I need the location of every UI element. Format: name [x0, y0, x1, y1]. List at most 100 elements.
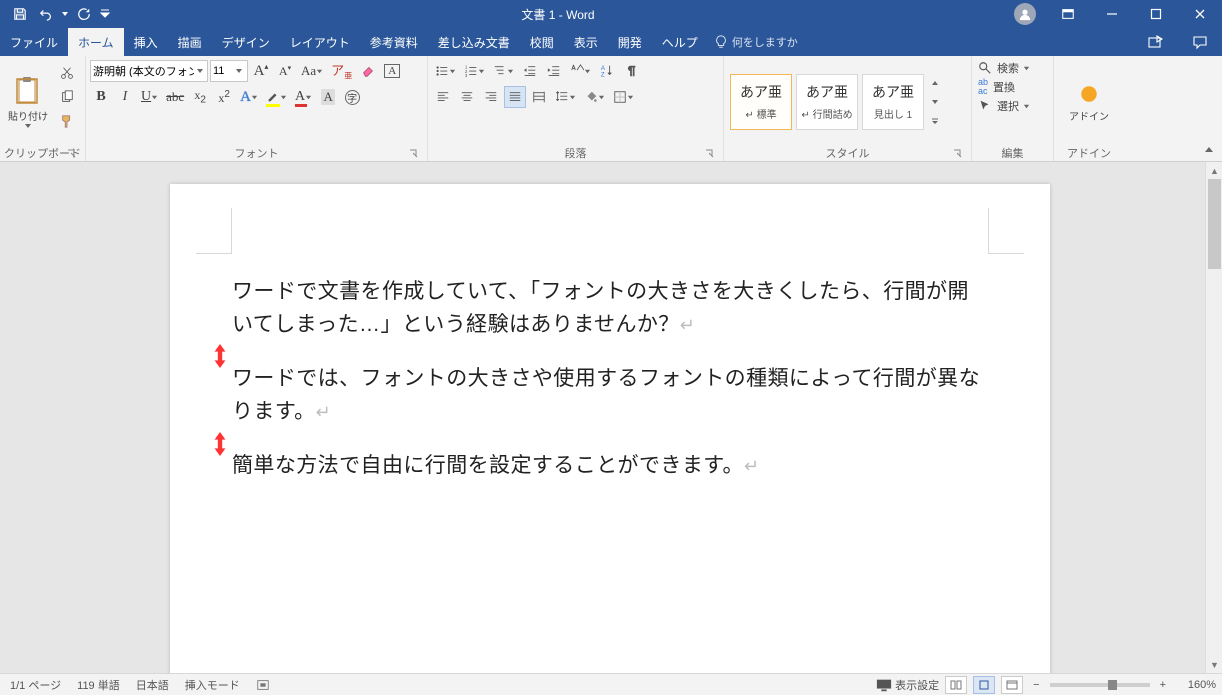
sort-button[interactable]: AZ — [596, 60, 618, 82]
align-justify-button[interactable] — [504, 86, 526, 108]
undo-button[interactable] — [34, 2, 58, 26]
zoom-out-button[interactable]: − — [1029, 679, 1043, 691]
bullets-button[interactable] — [432, 60, 459, 82]
select-button[interactable]: 選択 — [978, 98, 1047, 114]
status-page[interactable]: 1/1 ページ — [10, 677, 61, 693]
share-button[interactable] — [1134, 28, 1178, 56]
font-launcher[interactable] — [407, 147, 421, 161]
borders-button[interactable] — [610, 86, 637, 108]
vertical-scrollbar[interactable]: ▲ ▼ — [1205, 162, 1222, 673]
document-body[interactable]: ワードで文書を作成していて、「フォントの大きさを大きくしたら、行間が開いてしまっ… — [232, 276, 988, 505]
superscript-button[interactable]: x2 — [213, 86, 235, 108]
print-layout-button[interactable] — [973, 676, 995, 694]
status-language[interactable]: 日本語 — [136, 677, 169, 693]
style-no-spacing[interactable]: あア亜↵ 行間詰め — [796, 74, 858, 130]
styles-scroll-up[interactable] — [928, 74, 942, 92]
zoom-level[interactable]: 160% — [1176, 679, 1216, 691]
increase-indent-button[interactable] — [543, 60, 565, 82]
text-effects-button[interactable]: A — [237, 86, 261, 108]
character-border-button[interactable]: A — [381, 60, 403, 82]
font-name-input[interactable] — [93, 65, 194, 77]
account-avatar[interactable] — [1014, 3, 1036, 25]
save-button[interactable] — [8, 2, 32, 26]
font-name-dropdown[interactable] — [194, 67, 205, 75]
line-spacing-button[interactable] — [552, 86, 579, 108]
paragraph-1[interactable]: ワードで文書を作成していて、「フォントの大きさを大きくしたら、行間が開いてしまっ… — [232, 276, 988, 341]
addins-button[interactable]: アドイン — [1063, 61, 1115, 145]
bold-button[interactable]: B — [90, 86, 112, 108]
tab-design[interactable]: デザイン — [212, 28, 280, 56]
character-shading-button[interactable]: A — [317, 86, 339, 108]
asian-layout-button[interactable] — [567, 60, 594, 82]
style-heading1[interactable]: あア亜見出し 1 — [862, 74, 924, 130]
format-painter-button[interactable] — [56, 110, 78, 132]
change-case-button[interactable]: Aa — [298, 60, 326, 82]
qat-customize[interactable] — [98, 2, 112, 26]
tab-developer[interactable]: 開発 — [608, 28, 652, 56]
tab-view[interactable]: 表示 — [564, 28, 608, 56]
paragraph-3[interactable]: 簡単な方法で自由に行間を設定することができます。↵ — [232, 450, 988, 483]
paragraph-2[interactable]: ワードでは、フォントの大きさや使用するフォントの種類によって行間が異なります。↵ — [232, 363, 988, 428]
styles-scroll-down[interactable] — [928, 93, 942, 111]
font-size-dropdown[interactable] — [233, 67, 245, 75]
read-mode-button[interactable] — [945, 676, 967, 694]
web-layout-button[interactable] — [1001, 676, 1023, 694]
tell-me[interactable]: 何をしますか — [714, 28, 798, 56]
tab-insert[interactable]: 挿入 — [124, 28, 168, 56]
find-button[interactable]: 検索 — [978, 60, 1047, 76]
tab-references[interactable]: 参考資料 — [360, 28, 428, 56]
cut-button[interactable] — [56, 62, 78, 84]
ribbon-collapse[interactable] — [1200, 141, 1218, 159]
replace-button[interactable]: abac 置換 — [978, 78, 1047, 96]
shrink-font-button[interactable]: A▾ — [274, 60, 296, 82]
show-marks-button[interactable] — [620, 60, 642, 82]
styles-more[interactable] — [928, 112, 942, 130]
underline-button[interactable]: U — [138, 86, 161, 108]
minimize-button[interactable] — [1090, 0, 1134, 28]
tab-file[interactable]: ファイル — [0, 28, 68, 56]
display-settings-button[interactable]: 表示設定 — [876, 677, 939, 693]
subscript-button[interactable]: x2 — [189, 86, 211, 108]
comments-button[interactable] — [1178, 28, 1222, 56]
tab-layout[interactable]: レイアウト — [280, 28, 360, 56]
multilevel-list-button[interactable] — [490, 60, 517, 82]
styles-launcher[interactable] — [951, 147, 965, 161]
clear-formatting-button[interactable] — [357, 60, 379, 82]
scroll-thumb[interactable] — [1208, 179, 1221, 269]
font-color-button[interactable]: A — [292, 86, 315, 108]
undo-dropdown[interactable] — [60, 10, 70, 18]
italic-button[interactable]: I — [114, 86, 136, 108]
font-name-combo[interactable] — [90, 60, 208, 82]
clipboard-launcher[interactable] — [65, 147, 79, 161]
phonetic-guide-button[interactable]: ア亜 — [328, 60, 355, 82]
paragraph-launcher[interactable] — [703, 147, 717, 161]
tab-draw[interactable]: 描画 — [168, 28, 212, 56]
enclose-characters-button[interactable]: 字 — [341, 86, 363, 108]
paste-button[interactable]: 貼り付け — [4, 60, 52, 144]
shading-button[interactable] — [581, 86, 608, 108]
font-size-input[interactable] — [213, 65, 233, 77]
zoom-thumb[interactable] — [1108, 680, 1117, 690]
tab-home[interactable]: ホーム — [68, 28, 124, 56]
copy-button[interactable] — [56, 86, 78, 108]
distributed-button[interactable] — [528, 86, 550, 108]
scroll-up-button[interactable]: ▲ — [1206, 162, 1222, 179]
tab-mailings[interactable]: 差し込み文書 — [428, 28, 520, 56]
zoom-slider[interactable] — [1050, 683, 1150, 687]
highlight-button[interactable] — [263, 86, 290, 108]
zoom-in-button[interactable]: + — [1156, 679, 1170, 691]
align-right-button[interactable] — [480, 86, 502, 108]
scroll-down-button[interactable]: ▼ — [1206, 656, 1222, 673]
grow-font-button[interactable]: A▴ — [250, 60, 272, 82]
decrease-indent-button[interactable] — [519, 60, 541, 82]
strikethrough-button[interactable]: abc — [163, 86, 187, 108]
numbering-button[interactable]: 123 — [461, 60, 488, 82]
page[interactable]: ワードで文書を作成していて、「フォントの大きさを大きくしたら、行間が開いてしまっ… — [170, 184, 1050, 673]
tab-help[interactable]: ヘルプ — [652, 28, 708, 56]
redo-button[interactable] — [72, 2, 96, 26]
ribbon-display-options[interactable] — [1046, 0, 1090, 28]
maximize-button[interactable] — [1134, 0, 1178, 28]
tab-review[interactable]: 校閲 — [520, 28, 564, 56]
status-words[interactable]: 119 単語 — [77, 677, 120, 693]
status-macro[interactable] — [256, 678, 270, 692]
